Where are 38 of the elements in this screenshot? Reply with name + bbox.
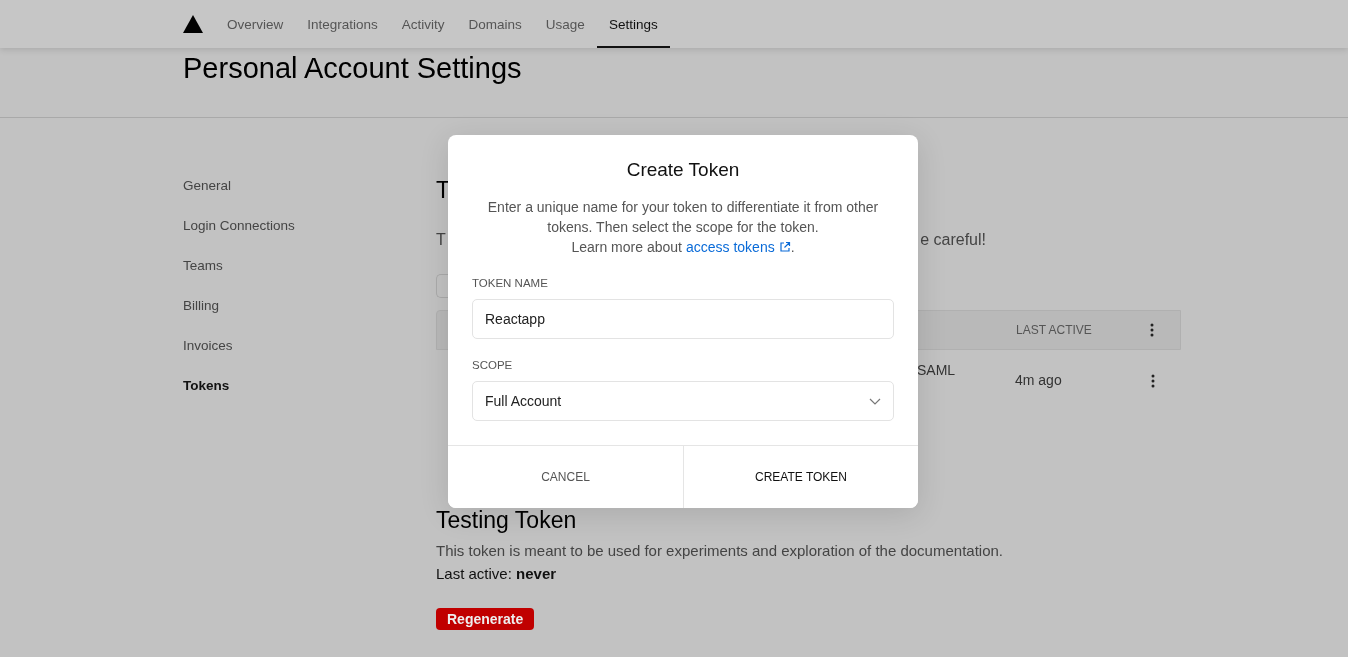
period-text: . bbox=[790, 238, 795, 257]
more-icon[interactable] bbox=[1151, 374, 1155, 388]
dialog-title: Create Token bbox=[625, 159, 741, 181]
nav-tab[interactable]: Domains bbox=[456, 0, 534, 48]
field-label: TOKEN NAME bbox=[472, 277, 549, 289]
token-name-field[interactable]: Reactapp bbox=[472, 299, 894, 339]
sidebar-item[interactable]: Teams bbox=[183, 256, 436, 276]
sidebar-item[interactable]: General bbox=[183, 176, 436, 196]
table-cell-text: SAML bbox=[917, 362, 957, 378]
sidebar-item[interactable]: Invoices bbox=[183, 336, 436, 356]
scope-select[interactable]: Full Account bbox=[472, 381, 894, 421]
nav-tab[interactable]: Integrations bbox=[295, 0, 390, 48]
field-label: SCOPE bbox=[472, 359, 514, 371]
sidebar-item[interactable]: Billing bbox=[183, 296, 436, 316]
table-cell-text: 4m ago bbox=[1015, 372, 1063, 388]
nav-tab[interactable]: Usage bbox=[533, 0, 597, 48]
cancel-button[interactable]: CANCEL bbox=[448, 446, 683, 508]
nav-tab[interactable]: Settings bbox=[596, 0, 670, 48]
section-description: This token is meant to be used for experiments and exploration of the documentation. bbox=[436, 542, 1004, 559]
learn-more-text: Learn more about bbox=[571, 238, 682, 257]
intro-text: e careful! bbox=[920, 230, 986, 250]
nav-tab[interactable]: Overview bbox=[215, 0, 296, 48]
triangle-logo-icon[interactable] bbox=[183, 15, 203, 33]
last-active-text: Last active: never bbox=[436, 565, 558, 582]
page-title: Personal Account Settings bbox=[183, 52, 523, 85]
create-token-button[interactable]: CREATE TOKEN bbox=[683, 446, 918, 508]
sidebar-item[interactable]: Login Connections bbox=[183, 216, 436, 236]
dialog-description: Enter a unique name for your token to differentiate it from other tokens. Then select the scope for the token. bbox=[486, 198, 880, 237]
more-icon[interactable] bbox=[1150, 323, 1154, 337]
chevron-down-icon bbox=[869, 397, 881, 405]
regenerate-button[interactable]: Regenerate bbox=[436, 608, 535, 630]
intro-text: T bbox=[436, 230, 446, 250]
sidebar-item[interactable]: Tokens bbox=[183, 376, 436, 396]
section-heading: Testing Token bbox=[436, 506, 578, 534]
column-header: LAST ACTIVE bbox=[1016, 323, 1093, 337]
external-link-icon bbox=[778, 241, 791, 253]
access-tokens-link[interactable]: access tokens bbox=[685, 237, 791, 257]
nav-tab[interactable]: Activity bbox=[389, 0, 457, 48]
